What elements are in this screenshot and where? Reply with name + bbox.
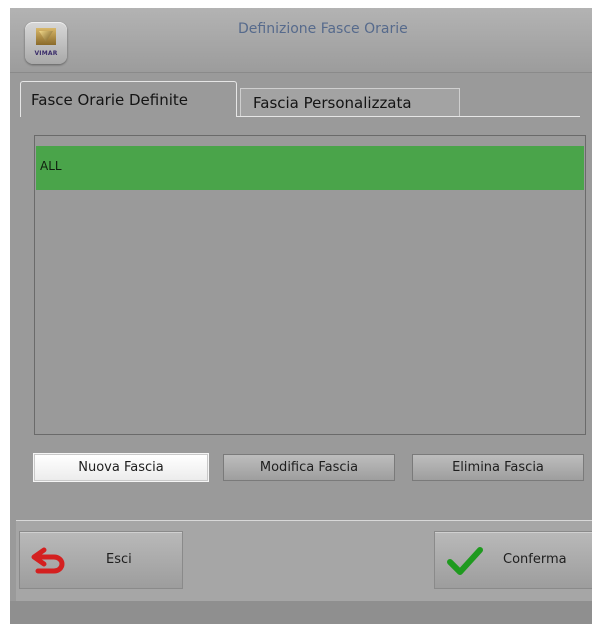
status-strip: [10, 601, 592, 624]
undo-arrow-icon: [30, 546, 66, 578]
logo-text: VIMAR: [34, 50, 58, 57]
confirm-button[interactable]: Conferma: [434, 531, 592, 589]
vimar-logo: VIMAR: [25, 22, 67, 64]
edit-band-button[interactable]: Modifica Fascia: [223, 454, 395, 481]
title-bar: VIMAR Definizione Fasce Orarie: [10, 8, 592, 73]
list-item[interactable]: ALL: [36, 146, 584, 190]
new-band-button[interactable]: Nuova Fascia: [34, 454, 208, 481]
tab-fascia-personalizzata[interactable]: Fascia Personalizzata: [240, 88, 460, 117]
confirm-button-label: Conferma: [503, 552, 567, 567]
tab-fasce-orarie-definite[interactable]: Fasce Orarie Definite: [20, 81, 237, 117]
window-title: Definizione Fasce Orarie: [238, 21, 408, 37]
time-band-list[interactable]: ALL: [34, 135, 586, 435]
checkmark-icon: [447, 546, 483, 580]
footer-bar: Esci Conferma: [16, 521, 592, 601]
dialog-window: VIMAR Definizione Fasce Orarie Fasce Ora…: [10, 8, 592, 624]
logo-emblem-icon: [36, 28, 56, 45]
exit-button[interactable]: Esci: [19, 531, 183, 589]
exit-button-label: Esci: [106, 552, 132, 567]
delete-band-button[interactable]: Elimina Fascia: [412, 454, 584, 481]
